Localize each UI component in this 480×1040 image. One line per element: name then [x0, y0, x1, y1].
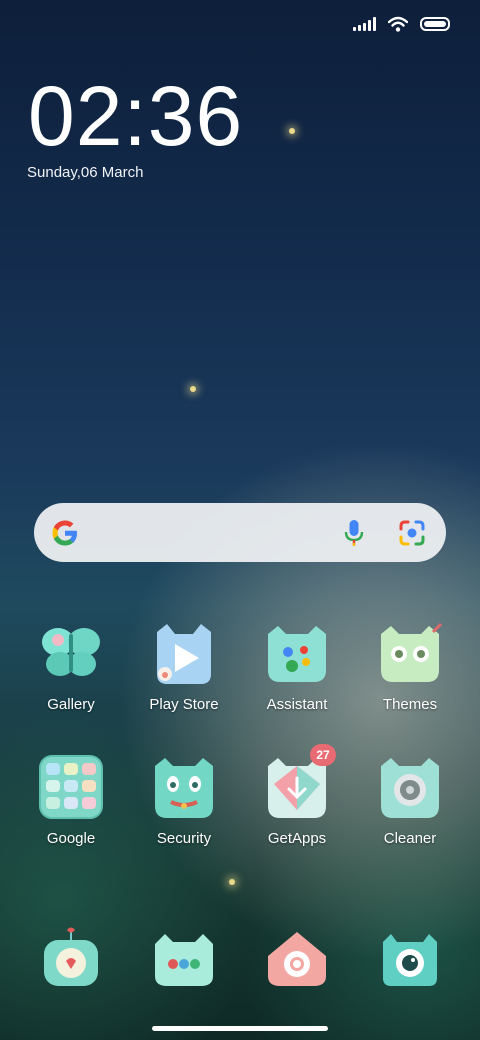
mic-icon[interactable] — [342, 518, 366, 548]
gallery-icon — [42, 628, 100, 676]
app-label: Assistant — [266, 696, 328, 713]
app-label: Gallery — [47, 696, 95, 713]
wifi-icon — [388, 16, 408, 32]
clock-time[interactable]: 02:36 — [28, 68, 243, 165]
lens-icon[interactable] — [398, 519, 426, 547]
app-label: Security — [156, 830, 212, 847]
phone-icon — [44, 927, 98, 986]
app-assistant[interactable]: Assistant — [242, 620, 352, 713]
app-security[interactable]: Security — [129, 754, 239, 847]
notification-badge: 27 — [310, 744, 336, 766]
dock-phone[interactable] — [16, 926, 126, 996]
dock-camera[interactable] — [355, 926, 465, 996]
app-label: GetApps — [267, 830, 327, 847]
messages-icon — [155, 934, 213, 986]
app-play-store[interactable]: Play Store — [129, 620, 239, 713]
firefly-dot — [190, 386, 196, 392]
app-cleaner[interactable]: Cleaner — [355, 754, 465, 847]
play-store-icon — [157, 624, 211, 684]
status-bar — [353, 16, 450, 32]
google-search-bar[interactable] — [34, 503, 446, 562]
app-label: Cleaner — [383, 830, 437, 847]
app-google-folder[interactable]: Google — [16, 754, 126, 847]
app-label: Themes — [382, 696, 438, 713]
assistant-icon — [268, 626, 326, 682]
battery-icon — [420, 17, 450, 31]
cleaner-icon — [381, 758, 439, 818]
app-gallery[interactable]: Gallery — [16, 620, 126, 713]
clock-date[interactable]: Sunday,06 March — [27, 164, 143, 181]
app-getapps[interactable]: 27 GetApps — [242, 744, 352, 847]
security-icon — [155, 758, 213, 818]
themes-icon — [381, 622, 443, 682]
signal-icon — [353, 17, 376, 31]
google-folder-icon — [39, 755, 103, 819]
app-label: Google — [46, 830, 96, 847]
camera-icon — [383, 934, 437, 986]
app-themes[interactable]: Themes — [355, 620, 465, 713]
chrome-icon — [268, 932, 326, 986]
app-label: Play Store — [149, 696, 219, 713]
firefly-dot — [289, 128, 295, 134]
google-g-icon — [52, 520, 77, 545]
dock-messages[interactable] — [129, 926, 239, 996]
firefly-dot — [229, 879, 235, 885]
home-indicator[interactable] — [152, 1026, 328, 1031]
dock-chrome[interactable] — [242, 926, 352, 996]
